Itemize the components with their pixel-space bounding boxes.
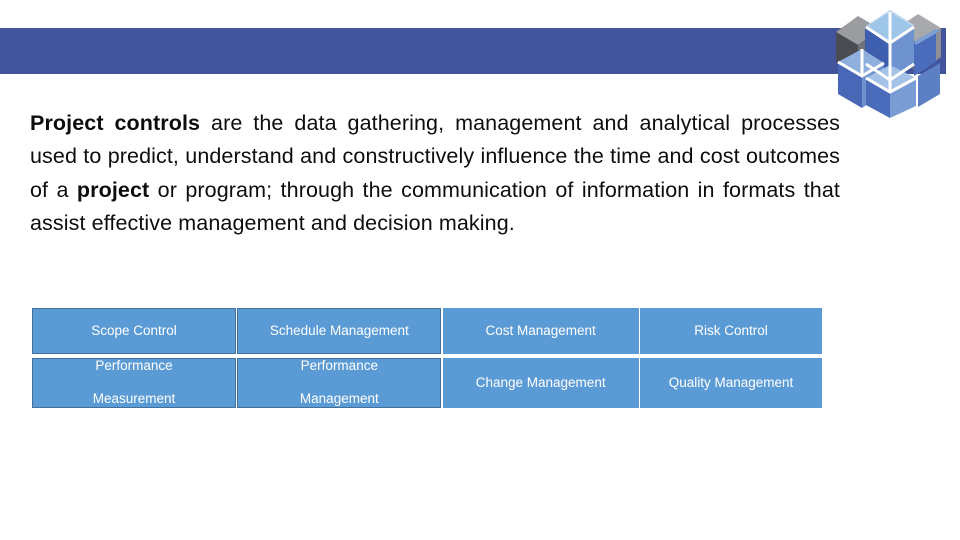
- paragraph-segment-2: or program; through the communication of…: [30, 177, 840, 236]
- table-cell-cost-management[interactable]: Cost Management: [442, 308, 639, 354]
- slide-canvas: Project controls are the data gathering,…: [0, 0, 960, 540]
- cell-label-line2: Management: [299, 391, 379, 407]
- cell-label: Schedule Management: [269, 322, 409, 338]
- paragraph-lead-bold: Project controls: [30, 111, 201, 135]
- header-banner-bar: [0, 28, 946, 74]
- table-cell-schedule-management[interactable]: Schedule Management: [237, 308, 442, 354]
- project-controls-table: Scope Control Schedule Management Cost M…: [32, 308, 822, 408]
- table-cell-scope-control[interactable]: Scope Control: [32, 308, 236, 354]
- paragraph-bold-project: project: [76, 177, 150, 202]
- cell-label: Scope Control: [91, 322, 177, 338]
- table-cell-change-management[interactable]: Change Management: [442, 358, 639, 408]
- table-cell-performance-management[interactable]: Performance Management: [237, 358, 442, 408]
- cell-label: Change Management: [475, 374, 606, 390]
- table-cell-risk-control[interactable]: Risk Control: [640, 308, 822, 354]
- cube-logo-icon: [828, 2, 954, 118]
- body-paragraph: Project controls are the data gathering,…: [30, 107, 840, 241]
- cell-label: Quality Management: [668, 374, 794, 390]
- cell-label: Risk Control: [694, 322, 768, 338]
- cell-label-line1: Performance: [300, 358, 378, 374]
- cell-label-line1: Performance: [95, 358, 173, 374]
- cell-label: Cost Management: [485, 322, 596, 338]
- cell-label-line2: Measurement: [92, 391, 176, 407]
- table-cell-performance-measurement[interactable]: Performance Measurement: [32, 358, 236, 408]
- table-cell-quality-management[interactable]: Quality Management: [640, 358, 822, 408]
